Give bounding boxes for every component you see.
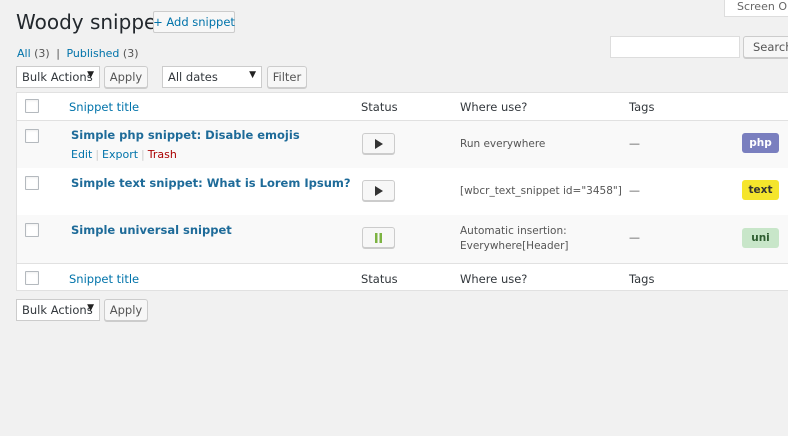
column-status-bottom: Status bbox=[361, 272, 398, 286]
row-checkbox[interactable] bbox=[25, 176, 39, 190]
apply-button-bottom[interactable]: Apply bbox=[104, 299, 148, 321]
tags-value: — bbox=[629, 184, 640, 197]
snippet-title-link[interactable]: Simple php snippet: Disable emojis bbox=[71, 128, 300, 142]
table-footer: Snippet title Status Where use? Tags bbox=[17, 263, 788, 292]
pause-icon bbox=[375, 232, 382, 243]
bulk-actions-value: Bulk Actions bbox=[22, 303, 93, 317]
table-row: Simple php snippet: Disable emojis Edit |… bbox=[17, 121, 788, 168]
edit-link[interactable]: Edit bbox=[71, 148, 92, 161]
row-checkbox[interactable] bbox=[25, 129, 39, 143]
column-tags-bottom: Tags bbox=[629, 272, 655, 286]
deactivate-toggle-button[interactable] bbox=[362, 227, 395, 248]
where-use-text: [wbcr_text_snippet id="3458"] bbox=[460, 185, 622, 197]
column-tags: Tags bbox=[629, 100, 655, 114]
snippet-type-badge: uni bbox=[742, 228, 779, 248]
bulk-actions-value: Bulk Actions bbox=[22, 70, 93, 84]
chevron-down-icon: ▼ bbox=[87, 303, 94, 313]
trash-link[interactable]: Trash bbox=[148, 148, 177, 161]
tags-value: — bbox=[629, 231, 640, 244]
search-input[interactable] bbox=[610, 36, 740, 58]
page-title: Woody snippets bbox=[16, 10, 175, 34]
snippets-table: Snippet title Status Where use? Tags Sim… bbox=[16, 92, 788, 291]
snippet-title-link[interactable]: Simple text snippet: What is Lorem Ipsum… bbox=[71, 176, 351, 190]
bulk-actions-select-top[interactable]: Bulk Actions ▼ bbox=[16, 66, 100, 88]
snippet-title-link[interactable]: Simple universal snippet bbox=[71, 223, 232, 237]
column-where-bottom: Where use? bbox=[460, 272, 528, 286]
filter-published-link[interactable]: Published bbox=[66, 47, 119, 60]
filter-button[interactable]: Filter bbox=[267, 66, 307, 88]
chevron-down-icon: ▼ bbox=[249, 70, 256, 80]
table-row: Simple text snippet: What is Lorem Ipsum… bbox=[17, 168, 788, 215]
bulk-actions-select-bottom[interactable]: Bulk Actions ▼ bbox=[16, 299, 100, 321]
chevron-down-icon: ▼ bbox=[87, 70, 94, 80]
table-row: Simple universal snippet Automatic inser… bbox=[17, 215, 788, 263]
select-all-checkbox-bottom[interactable] bbox=[25, 271, 39, 285]
play-icon bbox=[375, 185, 383, 196]
filter-all-count: (3) bbox=[34, 47, 50, 60]
export-link[interactable]: Export bbox=[102, 148, 138, 161]
search-button[interactable]: Search s bbox=[743, 36, 788, 58]
row-checkbox[interactable] bbox=[25, 223, 39, 237]
play-icon bbox=[375, 138, 383, 149]
table-header: Snippet title Status Where use? Tags bbox=[17, 93, 788, 121]
dates-value: All dates bbox=[168, 70, 218, 84]
column-where: Where use? bbox=[460, 100, 528, 114]
activate-toggle-button[interactable] bbox=[362, 133, 395, 154]
screen-options-button[interactable]: Screen Opt bbox=[724, 0, 788, 17]
filter-separator: | bbox=[56, 47, 60, 60]
column-status: Status bbox=[361, 100, 398, 114]
filter-all-link[interactable]: All bbox=[17, 47, 31, 60]
column-title-sort-bottom[interactable]: Snippet title bbox=[69, 272, 139, 286]
where-use-line: Everywhere[Header] bbox=[460, 240, 569, 252]
snippet-type-badge: php bbox=[742, 133, 779, 153]
where-use-text: Run everywhere bbox=[460, 138, 546, 150]
activate-toggle-button[interactable] bbox=[362, 180, 395, 201]
dates-select[interactable]: All dates ▼ bbox=[162, 66, 262, 88]
apply-button-top[interactable]: Apply bbox=[104, 66, 148, 88]
column-title-sort[interactable]: Snippet title bbox=[69, 100, 139, 114]
status-filters: All (3) | Published (3) bbox=[17, 47, 139, 60]
add-snippet-button[interactable]: + Add snippet bbox=[153, 11, 235, 33]
snippet-type-badge: text bbox=[742, 180, 779, 200]
where-use-line: Automatic insertion: bbox=[460, 225, 567, 237]
filter-published-count: (3) bbox=[122, 47, 139, 60]
row-actions: Edit | Export | Trash bbox=[71, 148, 177, 161]
where-use-text: Automatic insertion: Everywhere[Header] bbox=[460, 224, 569, 254]
select-all-checkbox[interactable] bbox=[25, 99, 39, 113]
tags-value: — bbox=[629, 137, 640, 150]
